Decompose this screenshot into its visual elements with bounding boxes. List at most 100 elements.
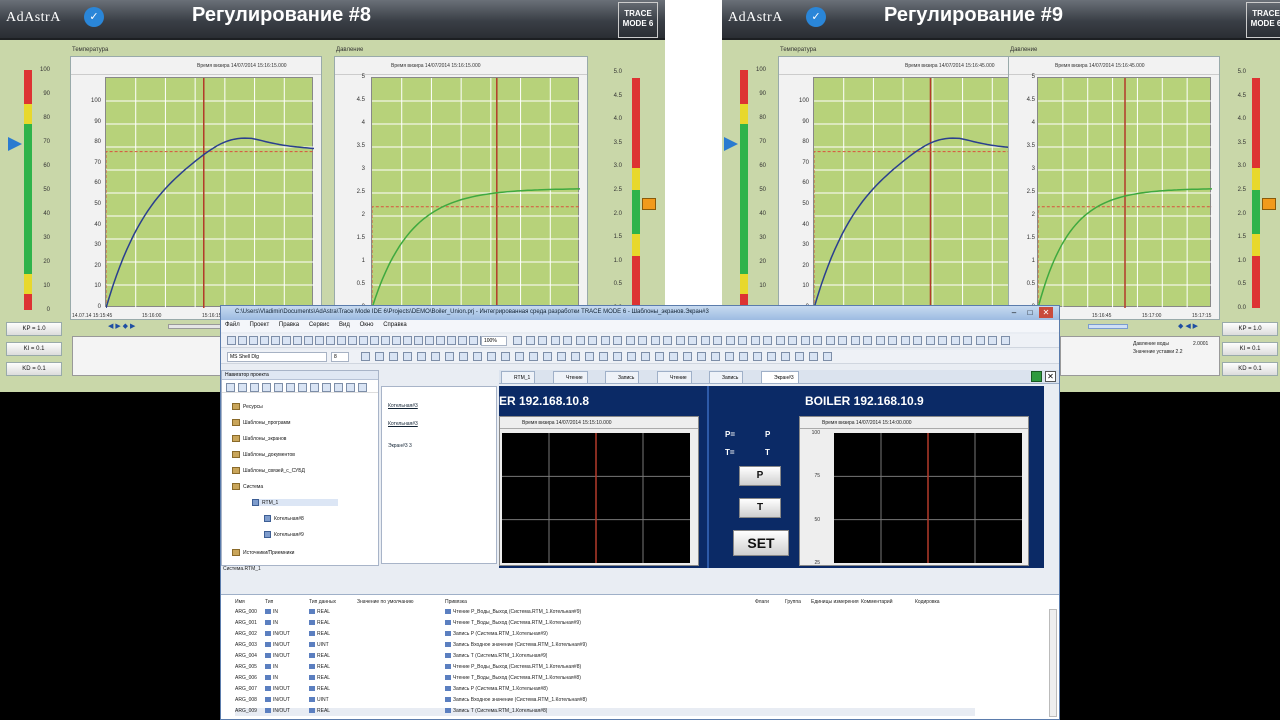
toolbar-button-icon[interactable] (274, 383, 283, 392)
menu-project[interactable]: Проект (245, 320, 273, 330)
tree-item-sources[interactable]: Источники/Приемники (232, 549, 294, 556)
toolbar-button-icon[interactable] (613, 352, 622, 361)
toolbar-button-icon[interactable] (487, 352, 496, 361)
toolbar-button-icon[interactable] (238, 336, 247, 345)
column-header[interactable]: Имя (235, 599, 245, 605)
toolbar-button-icon[interactable] (813, 336, 822, 345)
column-header[interactable]: Комментарий (861, 599, 893, 605)
toolbar-button-icon[interactable] (403, 352, 412, 361)
trend-navigation[interactable]: ◀ ▶ ◆ ▶ (72, 322, 228, 330)
toolbar-button-icon[interactable] (525, 336, 535, 345)
toolbar-button-icon[interactable] (249, 336, 258, 345)
menu-edit[interactable]: Правка (275, 320, 303, 330)
trend-navigation[interactable]: ◆ ◀ ▶ (1088, 322, 1218, 330)
toolbar-button-icon[interactable] (650, 336, 660, 345)
toolbar-button-icon[interactable] (286, 383, 295, 392)
tab-read-2[interactable]: Чтение (657, 371, 692, 384)
column-header[interactable]: Тип данных (309, 599, 336, 605)
table-row[interactable]: ARG_003 IN/OUT UINT Запись Входное значение… (235, 642, 975, 650)
toolbar-button-icon[interactable] (358, 383, 367, 392)
time-scroll[interactable] (1088, 324, 1128, 329)
toolbar-button-icon[interactable] (501, 352, 510, 361)
toolbar-button-icon[interactable] (271, 336, 280, 345)
toolbar-button-icon[interactable] (863, 336, 872, 345)
toolbar-button-icon[interactable] (447, 336, 456, 345)
toolbar-button-icon[interactable] (575, 336, 585, 345)
tree-item-program-templates[interactable]: Шаблоны_программ (232, 419, 290, 426)
font-name-select[interactable]: MS Shell Dlg (227, 352, 327, 362)
menu-help[interactable]: Справка (379, 320, 411, 330)
setpoint-pointer-icon[interactable] (642, 198, 656, 210)
menu-window[interactable]: Окно (356, 320, 378, 330)
set-button[interactable]: SET (733, 530, 789, 556)
toolbar-button-icon[interactable] (625, 336, 635, 345)
toolbar-button-icon[interactable] (775, 336, 785, 345)
tree-item-rtm1[interactable]: RTM_1 (252, 499, 339, 506)
toolbar-button-icon[interactable] (226, 383, 235, 392)
toolbar-button-icon[interactable] (823, 352, 832, 361)
column-header[interactable]: Единицы измерения (811, 599, 859, 605)
toolbar-button-icon[interactable] (389, 352, 398, 361)
close-tab-icon[interactable]: ✕ (1045, 371, 1056, 382)
toolbar-button-icon[interactable] (975, 336, 985, 345)
pressure-plot[interactable] (371, 77, 580, 308)
setpoint-pointer-icon[interactable] (724, 137, 738, 151)
toolbar-button-icon[interactable] (403, 336, 412, 345)
maximize-icon[interactable]: □ (1023, 307, 1037, 318)
toolbar-button-icon[interactable] (697, 352, 706, 361)
toolbar-button-icon[interactable] (585, 352, 594, 361)
table-row[interactable]: ARG_000 IN REAL Чтение P_Воды_Выход (Систем… (235, 609, 975, 617)
list-item[interactable]: Котельная#3 (388, 403, 418, 409)
toolbar-button-icon[interactable] (875, 336, 885, 345)
toolbar-button-icon[interactable] (436, 336, 445, 345)
list-item[interactable]: Котельная#3 (388, 421, 418, 427)
t-button[interactable]: T (739, 498, 781, 518)
toolbar-button-icon[interactable] (513, 336, 522, 345)
toolbar-button-icon[interactable] (938, 336, 947, 345)
setpoint-pointer-icon[interactable] (1262, 198, 1276, 210)
toolbar-button-icon[interactable] (753, 352, 762, 361)
table-row[interactable]: ARG_005 IN REAL Чтение P_Воды_Выход (Систем… (235, 664, 975, 672)
toolbar-button-icon[interactable] (473, 352, 482, 361)
toolbar-button-icon[interactable] (445, 352, 454, 361)
toolbar-button-icon[interactable] (638, 336, 647, 345)
play-icon[interactable]: ◀ ▶ ◆ ▶ (108, 322, 135, 330)
temperature-trend[interactable]: Время визира 14/07/2014 15:16:15.000 100… (70, 56, 322, 320)
toolbar-button-icon[interactable] (262, 383, 271, 392)
toolbar-button-icon[interactable] (361, 352, 370, 361)
toolbar-button-icon[interactable] (725, 336, 735, 345)
menu-service[interactable]: Сервис (305, 320, 334, 330)
toolbar-button-icon[interactable] (458, 336, 467, 345)
toolbar-button-icon[interactable] (738, 336, 747, 345)
toolbar-button-icon[interactable] (431, 352, 440, 361)
toolbar-button-icon[interactable] (750, 336, 760, 345)
toolbar-button-icon[interactable] (599, 352, 608, 361)
toolbar-button-icon[interactable] (417, 352, 426, 361)
toolbar-button-icon[interactable] (713, 336, 722, 345)
toolbar-button-icon[interactable] (988, 336, 997, 345)
toolbar-button-icon[interactable] (348, 336, 357, 345)
toolbar-button-icon[interactable] (725, 352, 734, 361)
tree-item-document-templates[interactable]: Шаблоны_документов (232, 451, 295, 458)
toolbar-button-icon[interactable] (781, 352, 790, 361)
kd-button[interactable]: KD = 0.1 (6, 362, 62, 376)
tree-item-boiler8[interactable]: Котельная#8 (264, 515, 304, 522)
toolbar-button-icon[interactable] (800, 336, 810, 345)
pressure-trend[interactable]: Время визира 14/07/2014 15:16:45.000 5 4.… (1008, 56, 1220, 320)
table-row[interactable]: ARG_002 IN/OUT REAL Запись P (Система.RTM_1… (235, 631, 975, 639)
column-header[interactable]: Кодировка (915, 599, 940, 605)
toolbar-button-icon[interactable] (655, 352, 664, 361)
toolbar-button-icon[interactable] (739, 352, 748, 361)
toolbar-button-icon[interactable] (392, 336, 401, 345)
column-header[interactable]: Группа (785, 599, 801, 605)
toolbar-button-icon[interactable] (359, 336, 368, 345)
temperature-plot[interactable] (105, 77, 314, 308)
toolbar-button-icon[interactable] (963, 336, 972, 345)
menu-view[interactable]: Вид (335, 320, 354, 330)
toolbar-button-icon[interactable] (825, 336, 835, 345)
toolbar-button-icon[interactable] (850, 336, 860, 345)
play-icon[interactable]: ◆ ◀ ▶ (1178, 322, 1198, 330)
toolbar-button-icon[interactable] (293, 336, 302, 345)
table-row[interactable]: ARG_007 IN/OUT REAL Запись P (Система.RTM_1… (235, 686, 975, 694)
pressure-trend[interactable]: Время визира 14/07/2014 15:16:15.000 5 4.… (334, 56, 588, 320)
